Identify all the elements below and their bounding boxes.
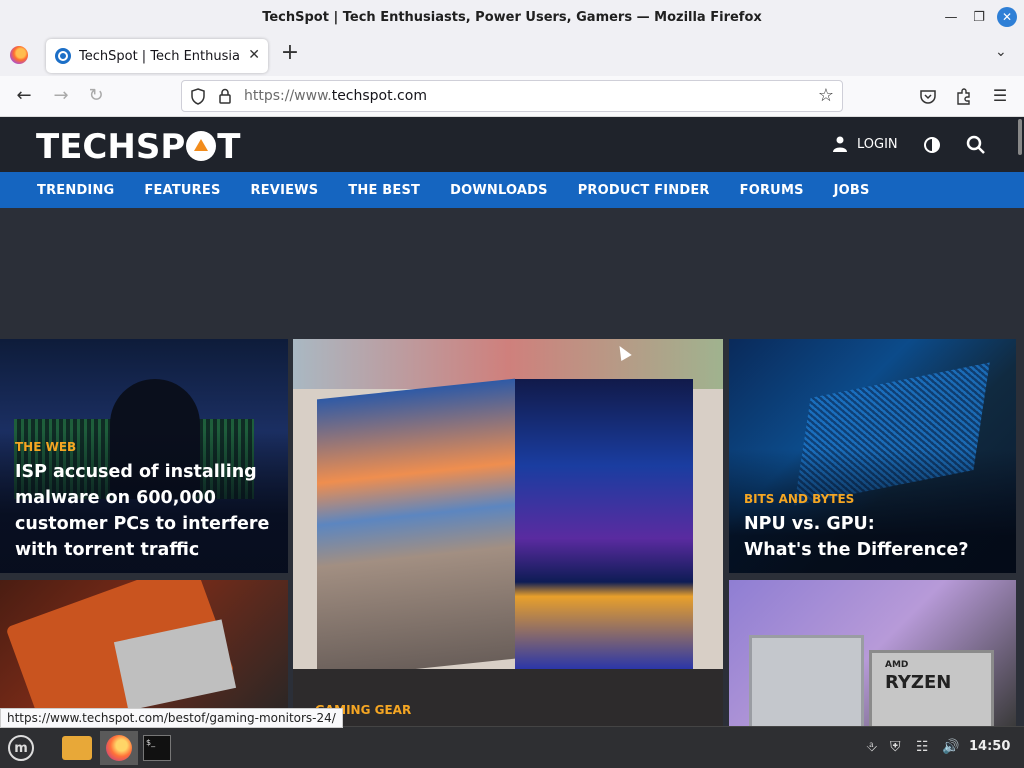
nav-jobs[interactable]: JOBS bbox=[819, 183, 885, 198]
minimize-icon[interactable]: — bbox=[941, 7, 961, 27]
url-prefix: https://www. bbox=[244, 88, 332, 104]
link-status-tooltip: https://www.techspot.com/bestof/gaming-m… bbox=[0, 708, 343, 728]
close-window-icon[interactable]: ✕ bbox=[997, 7, 1017, 27]
card3-headline[interactable]: NPU vs. GPU: What's the Difference? bbox=[744, 511, 1004, 563]
forward-icon[interactable]: → bbox=[50, 85, 72, 107]
card3-headline-line2: What's the Difference? bbox=[744, 540, 969, 560]
firefox-view-icon[interactable] bbox=[10, 46, 28, 64]
pocket-icon[interactable] bbox=[919, 88, 937, 106]
nav-reviews[interactable]: REVIEWS bbox=[236, 183, 334, 198]
tab-techspot[interactable]: TechSpot | Tech Enthusiasts, Power Users… bbox=[46, 39, 268, 73]
search-icon[interactable] bbox=[966, 135, 986, 155]
tab-strip: TechSpot | Tech Enthusiasts, Power Users… bbox=[0, 34, 1024, 76]
linux-mint-logo-icon: m bbox=[8, 735, 34, 761]
nav-forums[interactable]: FORUMS bbox=[725, 183, 819, 198]
window-title: TechSpot | Tech Enthusiasts, Power Users… bbox=[262, 9, 762, 25]
close-tab-icon[interactable]: ✕ bbox=[248, 47, 260, 63]
window-titlebar: TechSpot | Tech Enthusiasts, Power Users… bbox=[0, 0, 1024, 34]
card-image-cpu-left bbox=[749, 635, 864, 726]
contrast-toggle-icon[interactable] bbox=[924, 137, 940, 153]
login-link[interactable]: LOGIN bbox=[833, 136, 898, 152]
cpu-brand-label: AMD bbox=[885, 660, 909, 670]
url-bar[interactable]: https://www.techspot.com ☆ bbox=[181, 80, 843, 112]
nav-product-finder[interactable]: PRODUCT FINDER bbox=[563, 183, 725, 198]
terminal-icon: $_ bbox=[143, 735, 171, 761]
nav-downloads[interactable]: DOWNLOADS bbox=[435, 183, 563, 198]
card1-category[interactable]: THE WEB bbox=[15, 440, 76, 454]
firefox-launcher[interactable] bbox=[100, 731, 138, 765]
nav-features[interactable]: FEATURES bbox=[129, 183, 235, 198]
site-header: TECHSP T LOGIN bbox=[0, 117, 1024, 172]
folder-icon bbox=[62, 736, 92, 760]
cpu-product-label: RYZEN bbox=[885, 672, 952, 693]
files-launcher[interactable] bbox=[62, 733, 92, 763]
card3-headline-line1: NPU vs. GPU: bbox=[744, 514, 875, 534]
menu-icon[interactable]: ☰ bbox=[989, 85, 1011, 107]
start-menu-button[interactable]: m bbox=[6, 733, 36, 763]
navigation-bar: ← → ↻ https://www.techspot.com ☆ ☰ bbox=[0, 76, 1024, 117]
url-text[interactable]: https://www.techspot.com bbox=[244, 88, 427, 104]
card-image-base bbox=[293, 669, 723, 726]
techspot-favicon-icon bbox=[55, 48, 71, 64]
lock-icon[interactable] bbox=[218, 88, 232, 105]
taskbar: m $_ ⎀ ⛨ ☷ 🔊 14:50 bbox=[0, 726, 1024, 768]
user-icon bbox=[833, 136, 847, 152]
security-shield-icon[interactable]: ⛨ bbox=[890, 739, 901, 755]
card3-category[interactable]: BITS AND BYTES bbox=[744, 492, 854, 506]
logo-triangle-icon bbox=[186, 131, 217, 161]
bookmark-star-icon[interactable]: ☆ bbox=[818, 85, 834, 106]
ad-space bbox=[0, 208, 1024, 339]
network-icon[interactable]: ☷ bbox=[916, 739, 929, 755]
firefox-icon bbox=[106, 735, 132, 761]
nav-the-best[interactable]: THE BEST bbox=[333, 183, 435, 198]
reload-icon[interactable]: ↻ bbox=[85, 85, 107, 107]
login-label: LOGIN bbox=[857, 136, 898, 152]
extensions-icon[interactable] bbox=[955, 87, 973, 105]
clock[interactable]: 14:50 bbox=[969, 739, 1010, 754]
chevron-down-icon[interactable]: ⌄ bbox=[995, 44, 1007, 60]
terminal-launcher[interactable]: $_ bbox=[142, 733, 172, 763]
article-card-machine[interactable] bbox=[0, 580, 288, 726]
page-content: TECHSP T LOGIN TRENDING FEATURES REVIEWS … bbox=[0, 117, 1024, 726]
volume-icon[interactable]: 🔊 bbox=[942, 739, 959, 755]
article-card-amd-cpu[interactable]: AMD RYZEN bbox=[729, 580, 1016, 726]
article-card-gaming-monitors[interactable]: GAMING GEAR bbox=[293, 339, 723, 726]
card1-headline[interactable]: ISP accused of installing malware on 600… bbox=[15, 459, 275, 563]
back-icon[interactable]: ← bbox=[13, 85, 35, 107]
nav-trending[interactable]: TRENDING bbox=[22, 183, 129, 198]
page-scrollbar[interactable] bbox=[1018, 119, 1022, 155]
techspot-logo[interactable]: TECHSP T bbox=[36, 127, 240, 167]
new-tab-icon[interactable]: + bbox=[280, 42, 300, 64]
update-manager-icon[interactable]: ⎀ bbox=[866, 739, 877, 755]
url-domain: techspot.com bbox=[331, 88, 427, 104]
maximize-icon[interactable]: ❐ bbox=[969, 7, 989, 27]
shield-icon[interactable] bbox=[190, 88, 206, 105]
card-image-monitor-right bbox=[515, 379, 693, 669]
card-image-monitor-left bbox=[317, 378, 515, 680]
site-nav: TRENDING FEATURES REVIEWS THE BEST DOWNL… bbox=[0, 172, 1024, 208]
tab-label: TechSpot | Tech Enthusiasts, Power Users… bbox=[79, 48, 239, 64]
